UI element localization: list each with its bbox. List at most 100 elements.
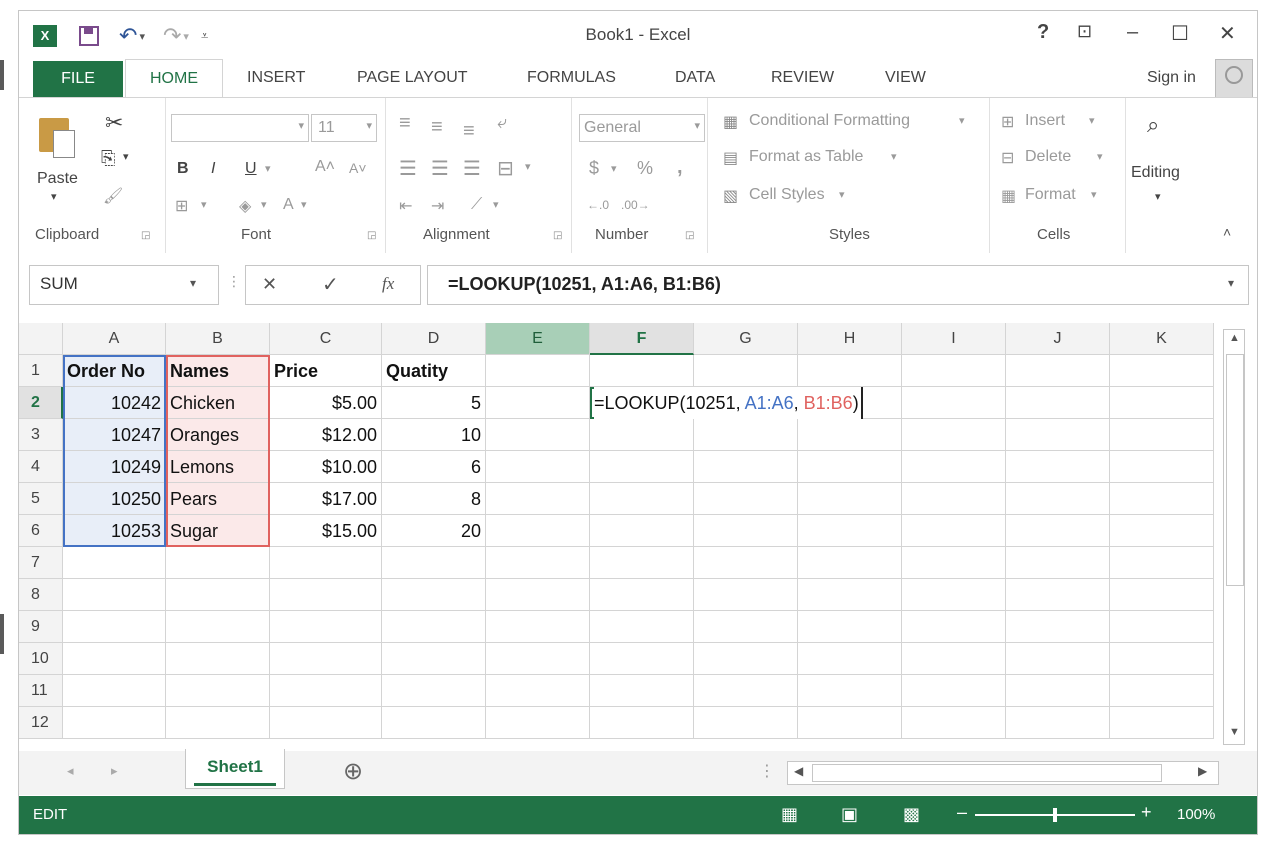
align-right-icon[interactable]: ☰: [463, 156, 481, 181]
cell-a10[interactable]: [63, 643, 166, 675]
cell-i5[interactable]: [902, 483, 1006, 515]
cell-i10[interactable]: [902, 643, 1006, 675]
middle-align-icon[interactable]: ≡: [431, 116, 443, 139]
font-color-dropdown-icon[interactable]: ▾: [301, 198, 307, 211]
font-color-button[interactable]: A: [283, 196, 294, 214]
account-avatar[interactable]: [1215, 59, 1253, 99]
cell-d10[interactable]: [382, 643, 486, 675]
sheet-next-icon[interactable]: ▸: [111, 763, 118, 779]
format-as-table-button[interactable]: Format as Table: [749, 148, 863, 166]
conditional-formatting-dropdown-icon[interactable]: ▾: [959, 114, 965, 127]
cell-i2[interactable]: [902, 387, 1006, 419]
cell-styles-button[interactable]: Cell Styles: [749, 186, 825, 204]
scroll-down-icon[interactable]: ▼: [1229, 726, 1240, 738]
cell-c3[interactable]: $12.00: [270, 419, 382, 451]
font-launcher-icon[interactable]: ◲: [367, 230, 376, 241]
align-center-icon[interactable]: ☰: [431, 156, 449, 181]
cell-h5[interactable]: [798, 483, 902, 515]
cell-k10[interactable]: [1110, 643, 1214, 675]
number-launcher-icon[interactable]: ◲: [685, 230, 694, 241]
cell-e7[interactable]: [486, 547, 590, 579]
tab-insert[interactable]: INSERT: [247, 69, 305, 87]
cell-b9[interactable]: [166, 611, 270, 643]
cell-d6[interactable]: 20: [382, 515, 486, 547]
cell-e5[interactable]: [486, 483, 590, 515]
cell-f11[interactable]: [590, 675, 694, 707]
cell-h7[interactable]: [798, 547, 902, 579]
cell-k4[interactable]: [1110, 451, 1214, 483]
cell-j4[interactable]: [1006, 451, 1110, 483]
cell-j5[interactable]: [1006, 483, 1110, 515]
format-as-table-dropdown-icon[interactable]: ▾: [891, 150, 897, 163]
cell-b12[interactable]: [166, 707, 270, 739]
name-box[interactable]: SUM ▾: [29, 265, 219, 305]
wrap-text-icon[interactable]: ⤶: [497, 112, 507, 133]
top-align-icon[interactable]: ≡: [399, 112, 411, 135]
cell-f8[interactable]: [590, 579, 694, 611]
cell-i4[interactable]: [902, 451, 1006, 483]
row-header-9[interactable]: 9: [19, 611, 63, 643]
format-dropdown-icon[interactable]: ▾: [1091, 188, 1097, 201]
cell-c7[interactable]: [270, 547, 382, 579]
cell-g7[interactable]: [694, 547, 798, 579]
cell-d7[interactable]: [382, 547, 486, 579]
cell-i1[interactable]: [902, 355, 1006, 387]
cell-a12[interactable]: [63, 707, 166, 739]
cell-e6[interactable]: [486, 515, 590, 547]
cell-a11[interactable]: [63, 675, 166, 707]
cell-e8[interactable]: [486, 579, 590, 611]
font-name-box[interactable]: ▾: [171, 114, 309, 142]
column-header-a[interactable]: A: [63, 323, 166, 355]
in-cell-formula-editor[interactable]: =LOOKUP(10251, A1:A6, B1:B6): [594, 387, 863, 419]
cell-e12[interactable]: [486, 707, 590, 739]
cell-g8[interactable]: [694, 579, 798, 611]
cell-c5[interactable]: $17.00: [270, 483, 382, 515]
cell-j1[interactable]: [1006, 355, 1110, 387]
cell-j2[interactable]: [1006, 387, 1110, 419]
cell-i7[interactable]: [902, 547, 1006, 579]
cell-b4[interactable]: Lemons: [166, 451, 270, 483]
new-sheet-button[interactable]: ⊕: [343, 757, 363, 786]
cell-c4[interactable]: $10.00: [270, 451, 382, 483]
conditional-formatting-button[interactable]: Conditional Formatting: [749, 112, 910, 130]
cell-c11[interactable]: [270, 675, 382, 707]
cell-h6[interactable]: [798, 515, 902, 547]
cell-g11[interactable]: [694, 675, 798, 707]
cell-a5[interactable]: 10250: [63, 483, 166, 515]
page-layout-view-icon[interactable]: ▣: [841, 804, 858, 825]
cell-k12[interactable]: [1110, 707, 1214, 739]
cell-f1[interactable]: [590, 355, 694, 387]
page-break-view-icon[interactable]: ▩: [903, 804, 920, 825]
scroll-left-icon[interactable]: ◀: [794, 764, 803, 778]
zoom-slider-thumb[interactable]: [1053, 808, 1057, 822]
cell-j10[interactable]: [1006, 643, 1110, 675]
cell-h11[interactable]: [798, 675, 902, 707]
cell-d1[interactable]: Quatity: [382, 355, 486, 387]
insert-dropdown-icon[interactable]: ▾: [1089, 114, 1095, 127]
grow-font-button[interactable]: A˄: [315, 158, 335, 176]
cell-k3[interactable]: [1110, 419, 1214, 451]
column-header-b[interactable]: B: [166, 323, 270, 355]
row-header-10[interactable]: 10: [19, 643, 63, 675]
cell-k6[interactable]: [1110, 515, 1214, 547]
cell-f4[interactable]: [590, 451, 694, 483]
row-header-4[interactable]: 4: [19, 451, 63, 483]
cell-g1[interactable]: [694, 355, 798, 387]
currency-button[interactable]: $: [589, 158, 599, 179]
cell-d2[interactable]: 5: [382, 387, 486, 419]
insert-cells-button[interactable]: Insert: [1025, 112, 1065, 130]
cell-e9[interactable]: [486, 611, 590, 643]
fill-color-icon[interactable]: ◈: [239, 196, 251, 216]
tab-formulas[interactable]: FORMULAS: [527, 69, 616, 87]
zoom-in-button[interactable]: +: [1141, 802, 1152, 823]
select-all-button[interactable]: [19, 323, 63, 355]
borders-dropdown-icon[interactable]: ▾: [201, 198, 207, 211]
copy-dropdown-icon[interactable]: ▾: [123, 150, 129, 163]
copy-icon[interactable]: ⎘: [101, 148, 115, 169]
maximize-button[interactable]: ☐: [1171, 21, 1189, 46]
cell-e10[interactable]: [486, 643, 590, 675]
percent-button[interactable]: %: [637, 158, 653, 179]
merge-dropdown-icon[interactable]: ▾: [525, 160, 531, 173]
cell-j3[interactable]: [1006, 419, 1110, 451]
cell-j8[interactable]: [1006, 579, 1110, 611]
